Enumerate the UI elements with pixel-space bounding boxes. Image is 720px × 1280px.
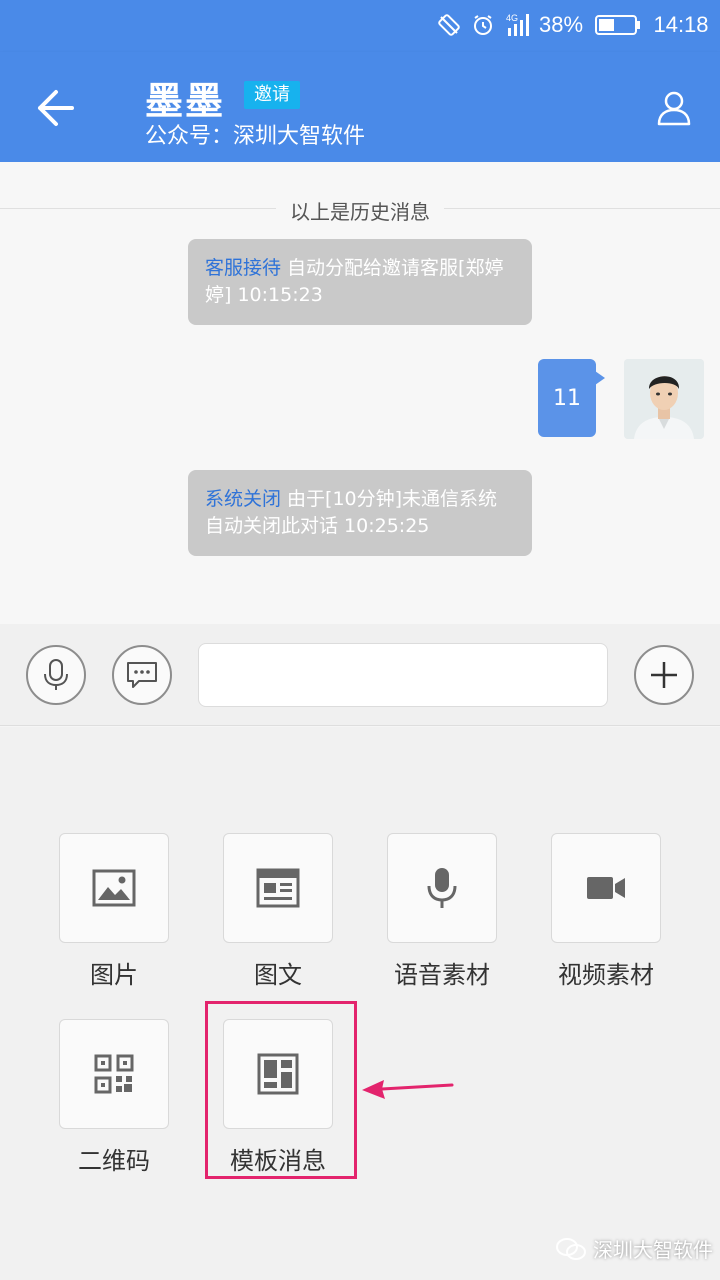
user-avatar-icon — [624, 359, 704, 439]
tool-news[interactable]: 图文 — [196, 833, 360, 990]
chat-bubble-icon — [127, 662, 157, 688]
message-keyword: 客服接待 — [205, 257, 282, 279]
chat-header: 墨墨 邀请 公众号：深圳大智软件 — [0, 52, 720, 162]
invite-badge[interactable]: 邀请 — [244, 81, 300, 109]
battery-percent: 38% — [538, 12, 584, 37]
screen-rotation-icon — [436, 10, 462, 40]
microphone-icon — [427, 868, 457, 908]
tool-label: 语音素材 — [394, 961, 490, 989]
network-type-label: 4G — [506, 13, 518, 23]
pointer-arrow-icon — [362, 1080, 454, 1099]
more-options-button[interactable] — [634, 645, 694, 705]
message-input[interactable] — [198, 643, 608, 707]
qr-code-icon — [94, 1054, 134, 1094]
back-button[interactable] — [34, 86, 78, 130]
tool-video-material[interactable]: 视频素材 — [524, 833, 688, 990]
signal-icon: 4G — [506, 10, 530, 40]
avatar[interactable] — [624, 359, 704, 439]
profile-button[interactable] — [656, 90, 692, 126]
system-message: 客服接待 自动分配给邀请客服[郑婷婷] 10:15:23 — [188, 239, 532, 325]
highlight-box — [205, 1001, 357, 1179]
news-icon — [256, 868, 300, 908]
microphone-icon — [44, 659, 68, 690]
history-label: 以上是历史消息 — [276, 200, 444, 224]
outgoing-message[interactable]: 11 — [538, 359, 605, 437]
user-icon — [657, 91, 691, 126]
clock: 14:18 — [653, 12, 709, 37]
quick-reply-button[interactable] — [112, 645, 172, 705]
back-arrow-icon — [38, 90, 74, 126]
status-bar: 4G 38% 14:18 — [0, 0, 720, 52]
chat-area[interactable]: 以上是历史消息 客服接待 自动分配给邀请客服[郑婷婷] 10:15:23 11 … — [0, 162, 720, 624]
attachment-panel — [0, 727, 720, 1280]
official-account-label: 公众号：深圳大智软件 — [145, 124, 366, 149]
tool-label: 图片 — [90, 961, 138, 989]
wechat-icon — [556, 1237, 586, 1260]
watermark: 深圳大智软件 — [555, 1234, 713, 1263]
tool-qr-code[interactable]: 二维码 — [32, 1019, 196, 1176]
voice-input-button[interactable] — [26, 645, 86, 705]
tool-label: 二维码 — [78, 1147, 150, 1175]
tool-label: 图文 — [254, 961, 302, 989]
image-icon — [92, 869, 136, 907]
input-bar — [0, 624, 720, 726]
video-camera-icon — [587, 877, 625, 899]
tool-voice-material[interactable]: 语音素材 — [360, 833, 524, 990]
tool-label: 视频素材 — [558, 961, 654, 989]
tool-image[interactable]: 图片 — [32, 833, 196, 990]
alarm-icon — [470, 10, 496, 40]
contact-name: 墨墨 — [145, 79, 226, 123]
watermark-text: 深圳大智软件 — [593, 1238, 713, 1262]
battery-icon — [594, 10, 642, 40]
plus-icon — [651, 662, 677, 688]
system-message: 系统关闭 由于[10分钟]未通信系统自动关闭此对话 10:25:25 — [188, 470, 532, 556]
message-keyword: 系统关闭 — [205, 488, 282, 510]
